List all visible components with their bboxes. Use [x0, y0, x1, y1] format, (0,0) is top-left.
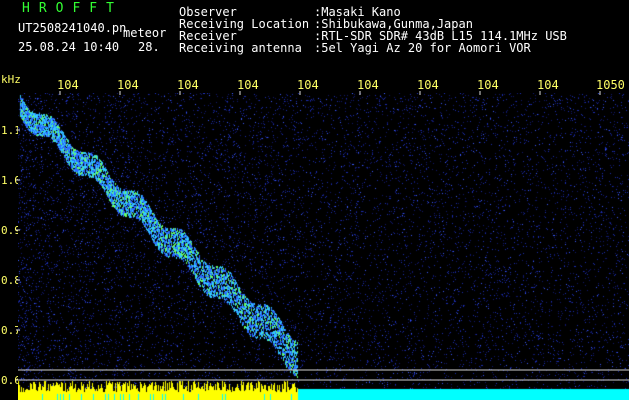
x-tick-label: 104 — [477, 78, 499, 92]
x-tick-label: 104 — [537, 78, 559, 92]
antenna-value: :5el Yagi Az 20 for Aomori VOR — [314, 41, 531, 55]
x-tick-label: 104 — [117, 78, 139, 92]
x-tick-label: 104 — [177, 78, 199, 92]
x-tick-label: 104 — [57, 78, 79, 92]
antenna-label: Receiving antenna — [179, 41, 302, 55]
x-tick-label: 1050 — [596, 78, 625, 92]
spectrogram-waterfall — [18, 93, 629, 400]
x-tick-label: 104 — [417, 78, 439, 92]
meteor-label: meteor — [123, 26, 167, 40]
x-tick-label: 104 — [237, 78, 259, 92]
x-tick-label: 104 — [357, 78, 379, 92]
y-unit-label: kHz — [1, 73, 21, 86]
station-logo: HROFFT — [22, 1, 123, 16]
datetime: 25.08.24 10:40 — [18, 40, 120, 54]
x-tick-label: 104 — [297, 78, 319, 92]
filename: UT2508241040.pn — [18, 21, 127, 35]
meteor-count: 28. — [138, 40, 160, 54]
